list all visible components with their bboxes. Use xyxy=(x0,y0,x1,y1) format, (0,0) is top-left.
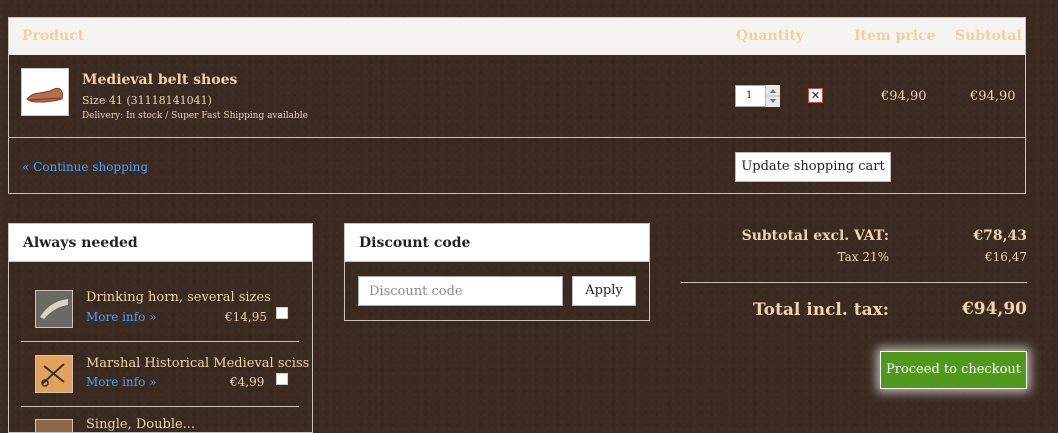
always-needed-title: Always needed xyxy=(9,224,312,261)
subtotal-column-header: Subtotal xyxy=(955,28,1022,44)
product-name[interactable]: Medieval belt shoes xyxy=(82,72,237,88)
add-item-checkbox[interactable] xyxy=(276,373,288,385)
row-divider xyxy=(9,137,1025,138)
box-divider xyxy=(9,261,312,262)
discount-code-input[interactable]: Discount code xyxy=(358,276,563,306)
item-thumbnail[interactable] xyxy=(35,419,73,433)
tax-value: €16,47 xyxy=(985,250,1027,264)
subtotal-value: €78,43 xyxy=(973,228,1027,244)
item-price: €4,99 xyxy=(230,375,265,389)
proceed-to-checkout-button[interactable]: Proceed to checkout xyxy=(880,351,1027,389)
item-thumbnail[interactable] xyxy=(35,355,73,393)
cart-header: Product Quantity Item price Subtotal xyxy=(9,18,1025,55)
product-thumbnail[interactable] xyxy=(21,68,69,116)
update-cart-button[interactable]: Update shopping cart xyxy=(735,152,891,182)
list-divider xyxy=(21,341,299,342)
close-icon: ✕ xyxy=(810,89,821,102)
drinking-horn-icon xyxy=(36,291,72,327)
continue-shopping-link[interactable]: « Continue shopping xyxy=(22,160,148,174)
discount-title: Discount code xyxy=(345,224,649,261)
item-price: €14,95 xyxy=(225,310,267,324)
scissors-icon xyxy=(36,356,72,392)
item-subtotal: €94,90 xyxy=(970,89,1016,104)
shoe-icon xyxy=(26,87,64,103)
add-item-checkbox[interactable] xyxy=(276,307,288,319)
item-name[interactable]: Marshal Historical Medieval sciss xyxy=(86,356,309,371)
box-divider xyxy=(345,261,649,262)
item-thumbnail[interactable] xyxy=(35,290,73,328)
list-divider xyxy=(21,406,299,407)
more-info-link[interactable]: More info » xyxy=(86,375,157,389)
product-column-header: Product xyxy=(22,28,85,44)
item-name[interactable]: Single, Double... xyxy=(86,417,195,432)
total-value: €94,90 xyxy=(961,299,1027,319)
product-size: Size 41 (31118141041) xyxy=(82,94,212,107)
apply-discount-button[interactable]: Apply xyxy=(572,276,636,306)
remove-item-button[interactable]: ✕ xyxy=(808,88,823,103)
item-price: €94,90 xyxy=(881,89,927,104)
subtotal-label: Subtotal excl. VAT: xyxy=(741,228,889,244)
item-name[interactable]: Drinking horn, several sizes xyxy=(86,290,271,305)
tax-label: Tax 21% xyxy=(837,250,889,264)
quantity-column-header: Quantity xyxy=(736,28,805,44)
total-label: Total incl. tax: xyxy=(752,300,889,320)
item-price-column-header: Item price xyxy=(854,28,936,44)
product-delivery: Delivery: In stock / Super Fast Shipping… xyxy=(82,111,308,121)
more-info-link[interactable]: More info » xyxy=(86,310,157,324)
totals-divider xyxy=(681,282,1027,283)
quantity-stepper[interactable] xyxy=(765,85,780,107)
stepper-arrows-icon xyxy=(766,89,780,103)
